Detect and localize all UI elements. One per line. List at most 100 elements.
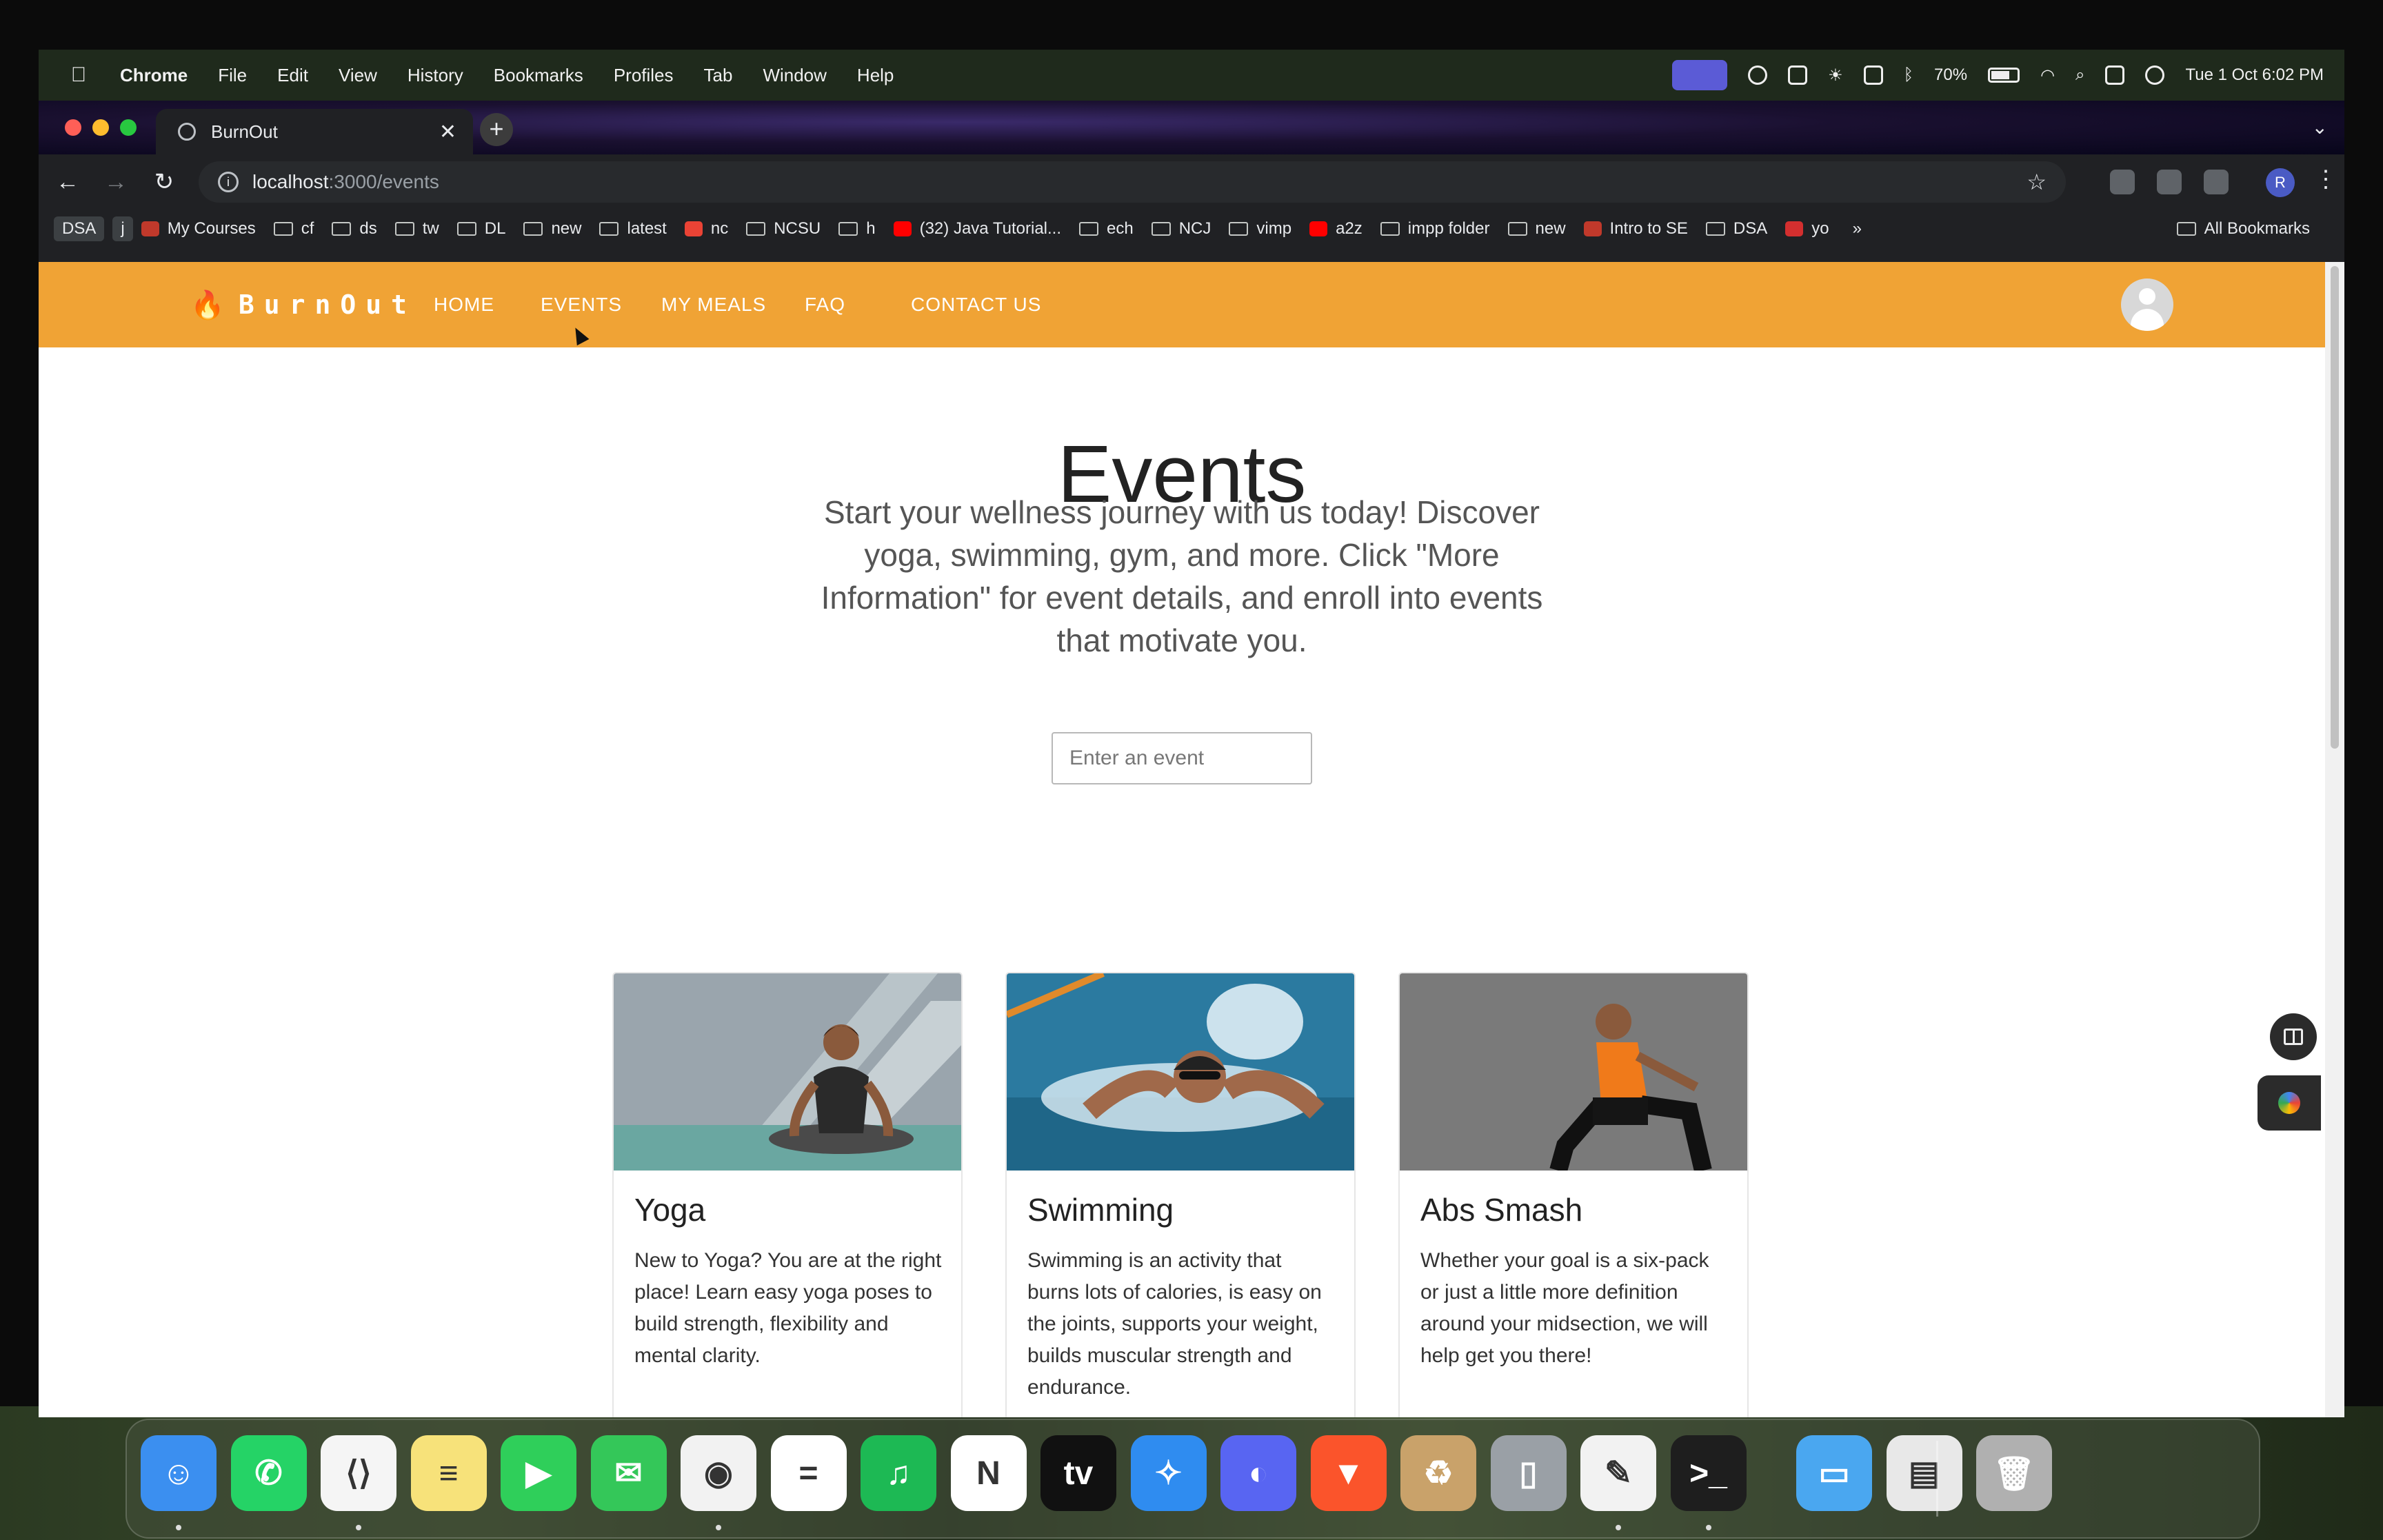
window-minimize-button[interactable] — [92, 119, 109, 136]
bookmark-item[interactable]: cf — [273, 219, 314, 239]
dock-app-whatsapp-icon[interactable]: ✆ — [230, 1435, 307, 1511]
brand-logo[interactable]: 🔥 BurnOut — [190, 262, 416, 347]
menu-window[interactable]: Window — [763, 65, 826, 86]
event-card-abs-smash[interactable]: Abs Smash Whether your goal is a six-pac… — [1398, 972, 1749, 1417]
bookmark-item[interactable]: tw — [394, 219, 439, 239]
control-center-icon[interactable] — [2105, 65, 2125, 85]
bookmark-item[interactable]: NCJ — [1151, 219, 1211, 239]
page-scrollbar[interactable] — [2325, 262, 2344, 1417]
nav-contact-us[interactable]: CONTACT US — [911, 262, 1041, 347]
more-bookmarks-chevron-icon[interactable]: » — [1853, 219, 1862, 239]
nav-home[interactable]: HOME — [434, 262, 494, 347]
nav-faq[interactable]: FAQ — [805, 262, 845, 347]
puzzle-extensions-icon[interactable] — [2204, 170, 2229, 194]
bookmark-item[interactable]: a2z — [1309, 219, 1363, 239]
event-card-swimming[interactable]: Swimming Swimming is an activity that bu… — [1005, 972, 1356, 1417]
menu-history[interactable]: History — [408, 65, 463, 86]
site-info-icon[interactable]: i — [218, 172, 239, 192]
dock-app-google-chrome-icon[interactable]: ◉ — [681, 1435, 756, 1511]
brightness-icon[interactable]: ☀ — [1828, 65, 1843, 85]
assistant-icon[interactable] — [2258, 1075, 2321, 1131]
menu-app-name[interactable]: Chrome — [120, 65, 188, 86]
menu-tab[interactable]: Tab — [704, 65, 733, 86]
menu-edit[interactable]: Edit — [277, 65, 308, 86]
dock-app-archive-utility-icon[interactable]: ♻ — [1400, 1435, 1476, 1511]
dock-app-facetime-icon[interactable]: ▶ — [501, 1435, 576, 1511]
dock-app-notes-icon[interactable]: ≡ — [410, 1435, 487, 1511]
dock-app-todoist-icon[interactable]: = — [770, 1435, 847, 1511]
bookmark-item[interactable]: My Courses — [141, 219, 256, 239]
bluetooth-icon[interactable]: ᛒ — [1904, 65, 1913, 85]
bookmark-item[interactable]: nc — [684, 219, 728, 239]
dock-app-trash-icon[interactable]: 🗑 — [1976, 1435, 2052, 1511]
profile-avatar[interactable]: R — [2266, 168, 2295, 197]
dock-app-finder-icon[interactable]: ☺ — [141, 1435, 217, 1511]
keyboard-icon[interactable] — [1788, 65, 1808, 85]
bookmark-item[interactable]: Intro to SE — [1583, 219, 1688, 239]
dock-app-iphone-mirroring-icon[interactable]: ▯ — [1490, 1435, 1567, 1511]
apple-icon[interactable]:  — [65, 63, 92, 87]
all-bookmarks[interactable]: All Bookmarks — [2176, 219, 2328, 239]
bookmark-item[interactable]: j — [112, 216, 133, 241]
dock-app-safari-icon[interactable]: ✧ — [1130, 1435, 1207, 1511]
dock-app-discord-icon[interactable]: ◐ — [1220, 1435, 1296, 1511]
bookmark-item[interactable]: yo — [1785, 219, 1829, 239]
bookmark-star-icon[interactable]: ☆ — [2027, 169, 2047, 195]
reading-mode-icon[interactable] — [2270, 1013, 2317, 1060]
spotlight-search-icon[interactable]: ⌕ — [2075, 65, 2084, 85]
dock-app-messages-icon[interactable]: ✉ — [590, 1435, 667, 1511]
user-avatar[interactable] — [2121, 278, 2173, 331]
reload-icon[interactable]: ↻ — [150, 168, 178, 196]
new-tab-button[interactable]: + — [480, 113, 513, 146]
bookmark-item[interactable]: DL — [456, 219, 505, 239]
screen-mirroring-icon[interactable] — [1672, 60, 1728, 90]
bookmark-item[interactable]: DSA — [54, 216, 105, 241]
record-icon[interactable] — [1748, 65, 1768, 85]
extension-icon[interactable] — [2110, 170, 2135, 194]
extension-icon[interactable] — [2157, 170, 2182, 194]
dock-app-brave-icon[interactable]: ▼ — [1310, 1435, 1387, 1511]
kebab-menu-icon[interactable]: ⋮ — [2314, 165, 2337, 193]
dock-app-spotify-icon[interactable]: ♫ — [861, 1435, 936, 1511]
event-search-input[interactable] — [1052, 732, 1312, 784]
bookmark-item[interactable]: latest — [599, 219, 667, 239]
bookmark-item[interactable]: vimp — [1229, 219, 1291, 239]
dock-app-visual-studio-code-icon[interactable]: ⟨⟩ — [321, 1435, 396, 1511]
tab-close-icon[interactable]: ✕ — [439, 120, 456, 144]
back-arrow-icon[interactable]: ← — [54, 168, 81, 196]
tab-search-chevron-icon[interactable]: ⌄ — [2312, 116, 2328, 139]
dock-app-textedit-icon[interactable]: ✎ — [1580, 1435, 1656, 1511]
window-close-button[interactable] — [65, 119, 81, 136]
nav-my-meals[interactable]: MY MEALS — [661, 262, 766, 347]
dock-app-pdf-document-icon[interactable]: ▤ — [1886, 1435, 1962, 1511]
activity-monitor-icon[interactable] — [1863, 65, 1883, 85]
wifi-icon[interactable]: ◠ — [2040, 65, 2055, 85]
bookmark-item[interactable]: DSA — [1705, 219, 1767, 239]
address-bar[interactable]: i localhost:3000/events ☆ — [199, 161, 2066, 203]
menu-help[interactable]: Help — [857, 65, 894, 86]
bookmark-item[interactable]: ds — [332, 219, 377, 239]
clock[interactable]: Tue 1 Oct 6:02 PM — [2185, 65, 2324, 85]
siri-icon[interactable] — [2145, 65, 2165, 85]
window-fullscreen-button[interactable] — [120, 119, 137, 136]
event-card-yoga[interactable]: Yoga New to Yoga? You are at the right p… — [612, 972, 963, 1417]
scrollbar-thumb[interactable] — [2331, 266, 2339, 749]
menu-view[interactable]: View — [339, 65, 377, 86]
dock-app-notion-icon[interactable]: N — [950, 1435, 1027, 1511]
bookmark-item[interactable]: h — [838, 219, 876, 239]
bookmark-item[interactable]: impp folder — [1380, 219, 1490, 239]
bookmark-item[interactable]: new — [1507, 219, 1566, 239]
menu-file[interactable]: File — [218, 65, 247, 86]
menu-profiles[interactable]: Profiles — [614, 65, 674, 86]
bookmark-item[interactable]: NCSU — [746, 219, 821, 239]
dock-app-terminal-icon[interactable]: >_ — [1670, 1435, 1747, 1511]
bookmark-item[interactable]: ech — [1079, 219, 1134, 239]
dock-app-apple-tv-icon[interactable]: tv — [1040, 1435, 1116, 1511]
forward-arrow-icon[interactable]: → — [102, 168, 130, 196]
menu-bookmarks[interactable]: Bookmarks — [494, 65, 583, 86]
tab-burnout[interactable]: BurnOut ✕ — [156, 109, 473, 154]
dock-app-folder-icon[interactable]: ▭ — [1796, 1435, 1872, 1511]
bookmark-item[interactable]: new — [523, 219, 581, 239]
bookmark-item[interactable]: (32) Java Tutorial... — [893, 219, 1061, 239]
battery-icon[interactable] — [1988, 68, 2020, 83]
